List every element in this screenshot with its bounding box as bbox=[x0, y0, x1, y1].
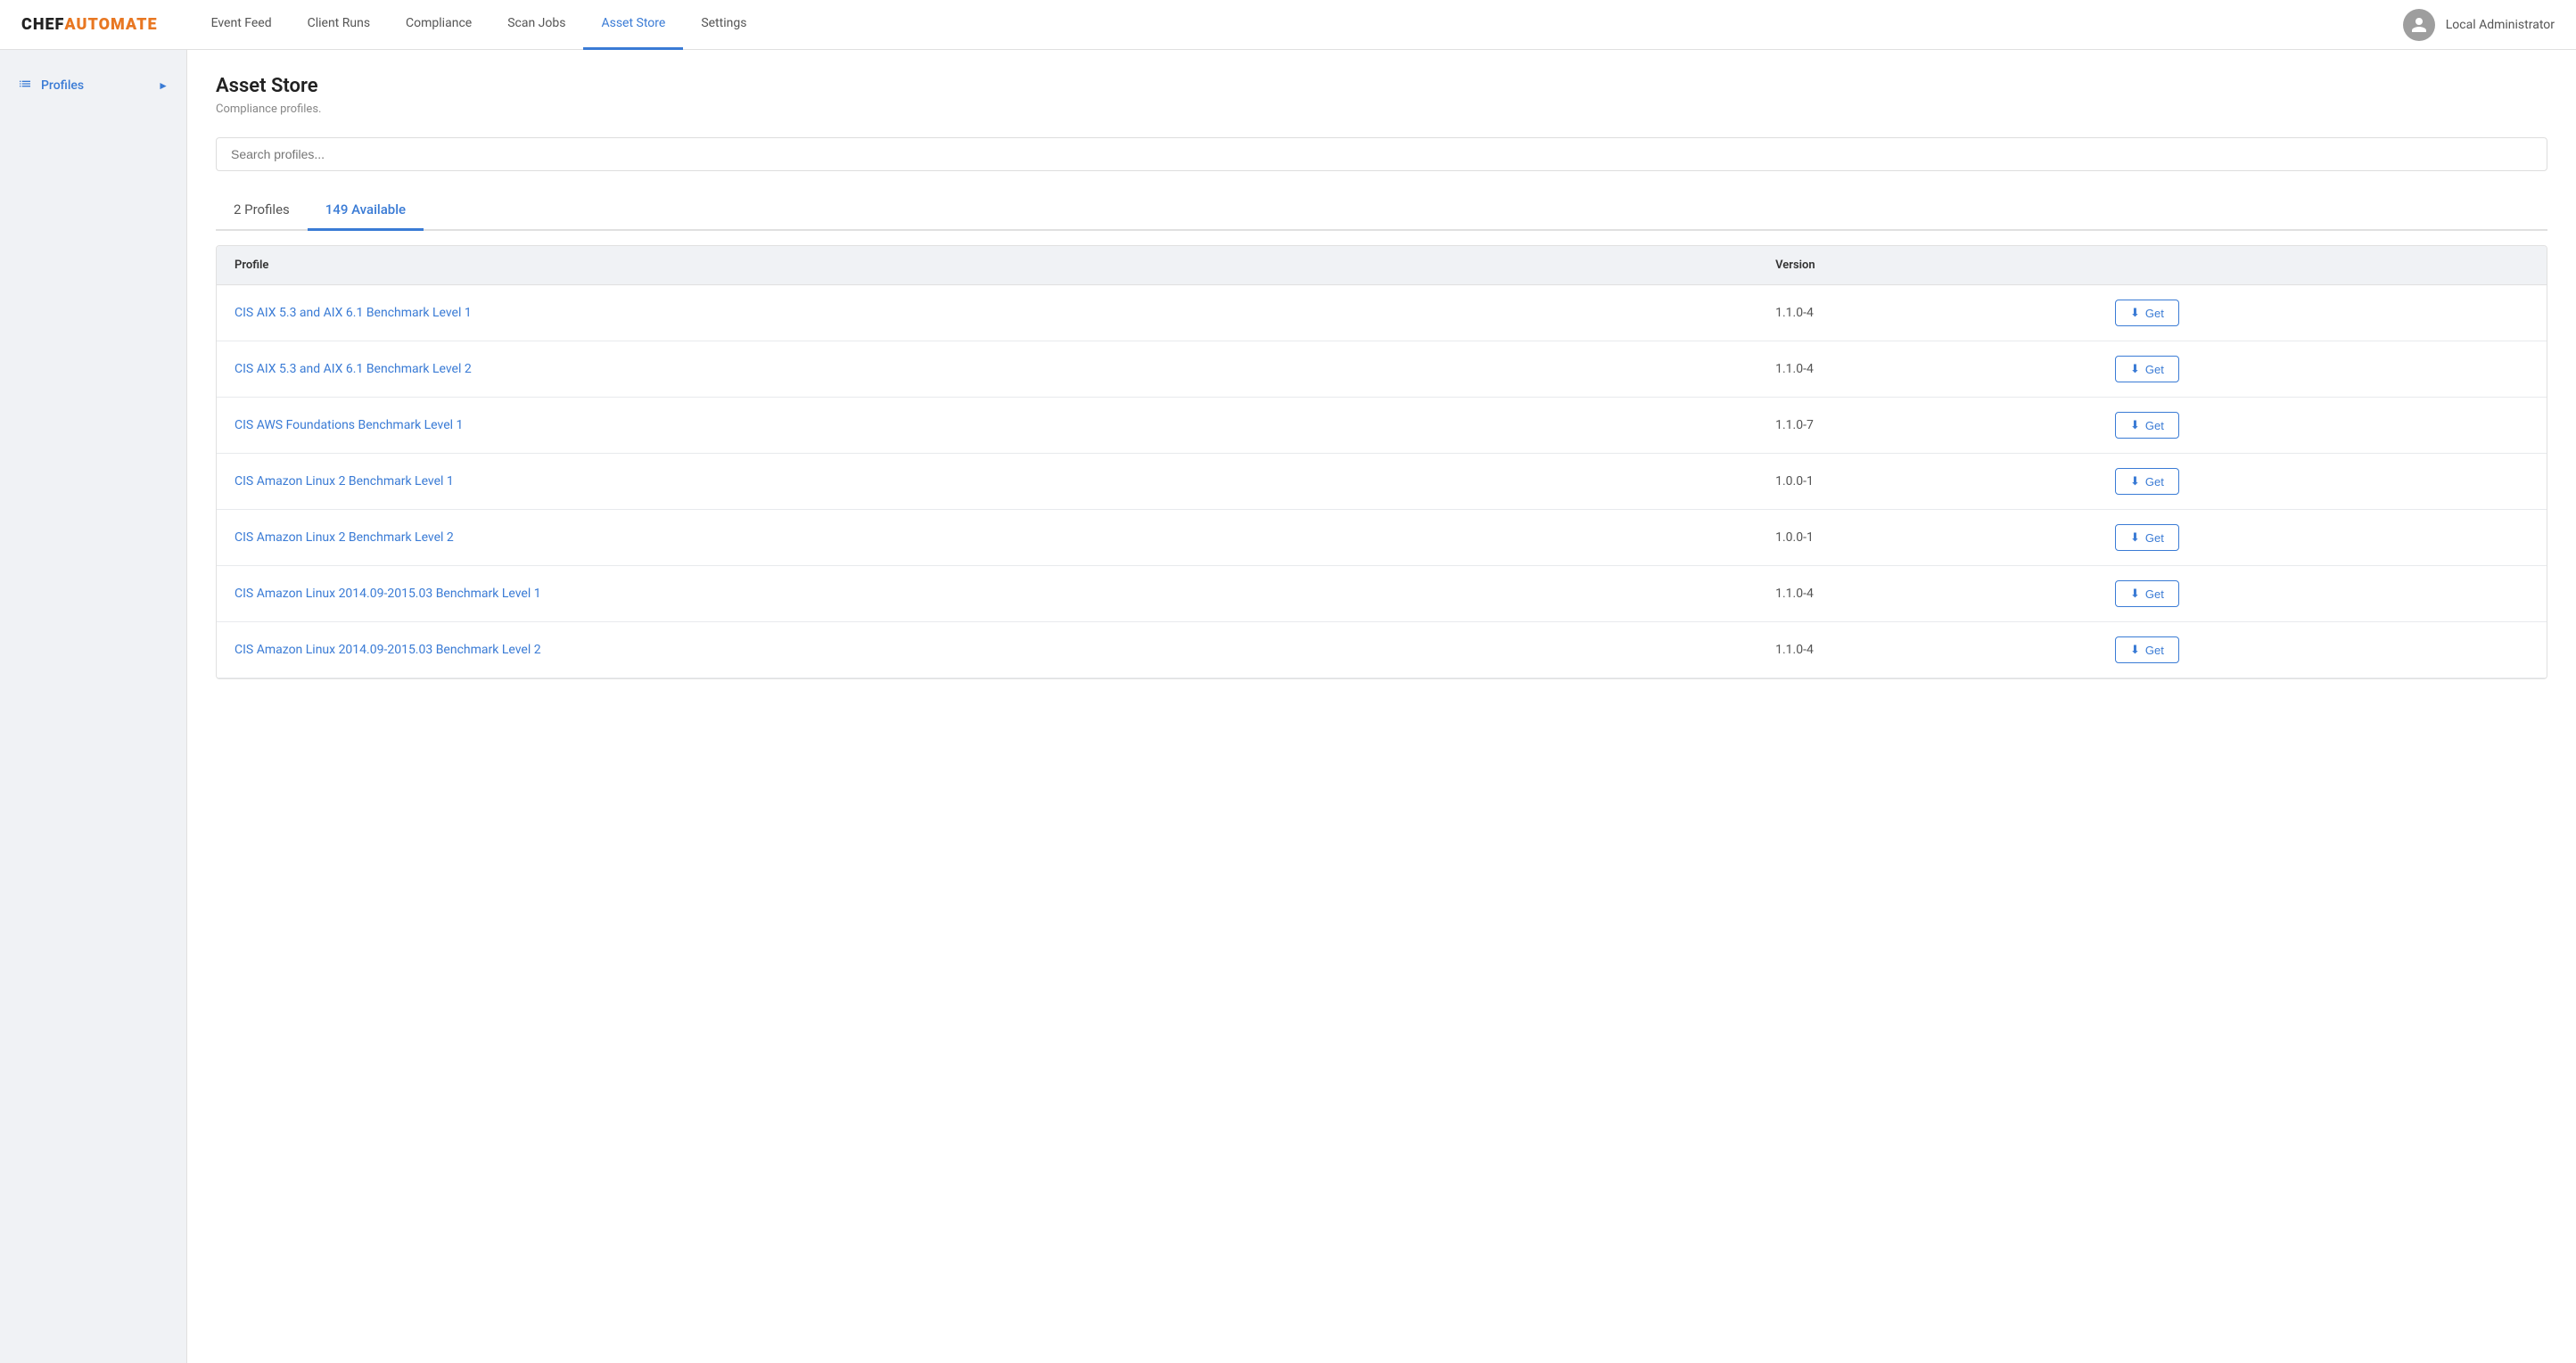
app-logo: CHEFAUTOMATE bbox=[21, 15, 158, 34]
profile-link[interactable]: CIS Amazon Linux 2 Benchmark Level 1 bbox=[235, 474, 454, 489]
download-icon: ⬇ bbox=[2130, 530, 2140, 545]
nav-event-feed[interactable]: Event Feed bbox=[193, 0, 290, 50]
get-button[interactable]: ⬇ Get bbox=[2115, 412, 2179, 439]
get-button[interactable]: ⬇ Get bbox=[2115, 636, 2179, 663]
logo-automate: AUTOMATE bbox=[64, 15, 157, 34]
version-text: 1.1.0-4 bbox=[1775, 587, 1814, 601]
search-input[interactable] bbox=[216, 137, 2547, 171]
profile-link[interactable]: CIS AWS Foundations Benchmark Level 1 bbox=[235, 418, 463, 432]
top-navigation: CHEFAUTOMATE Event Feed Client Runs Comp… bbox=[0, 0, 2576, 50]
download-icon: ⬇ bbox=[2130, 362, 2140, 376]
version-text: 1.0.0-1 bbox=[1775, 530, 1814, 545]
table-row: CIS AIX 5.3 and AIX 6.1 Benchmark Level … bbox=[217, 341, 2547, 398]
version-text: 1.1.0-4 bbox=[1775, 643, 1814, 657]
profile-link[interactable]: CIS Amazon Linux 2014.09-2015.03 Benchma… bbox=[235, 587, 541, 601]
tab-my-profiles[interactable]: 2 Profiles bbox=[216, 193, 308, 231]
get-button[interactable]: ⬇ Get bbox=[2115, 356, 2179, 382]
app-layout: Profiles ► Asset Store Compliance profil… bbox=[0, 50, 2576, 1363]
profile-link[interactable]: CIS AIX 5.3 and AIX 6.1 Benchmark Level … bbox=[235, 362, 472, 376]
col-header-profile: Profile bbox=[217, 246, 1757, 285]
profiles-table: Profile Version CIS AIX 5.3 and AIX 6.1 … bbox=[217, 246, 2547, 678]
nav-links: Event Feed Client Runs Compliance Scan J… bbox=[193, 0, 2403, 50]
nav-asset-store[interactable]: Asset Store bbox=[583, 0, 683, 50]
nav-scan-jobs[interactable]: Scan Jobs bbox=[490, 0, 583, 50]
nav-settings[interactable]: Settings bbox=[683, 0, 764, 50]
page-subtitle: Compliance profiles. bbox=[216, 103, 2547, 116]
profile-link[interactable]: CIS Amazon Linux 2014.09-2015.03 Benchma… bbox=[235, 643, 541, 657]
col-header-version: Version bbox=[1757, 246, 2097, 285]
table-row: CIS Amazon Linux 2 Benchmark Level 1 1.0… bbox=[217, 454, 2547, 510]
nav-client-runs[interactable]: Client Runs bbox=[290, 0, 388, 50]
logo-chef: CHEF bbox=[21, 15, 64, 34]
version-text: 1.1.0-7 bbox=[1775, 418, 1814, 432]
page-title: Asset Store bbox=[216, 75, 2547, 97]
table-row: CIS Amazon Linux 2014.09-2015.03 Benchma… bbox=[217, 622, 2547, 678]
download-icon: ⬇ bbox=[2130, 587, 2140, 601]
table-row: CIS Amazon Linux 2 Benchmark Level 2 1.0… bbox=[217, 510, 2547, 566]
sidebar-item-profiles[interactable]: Profiles ► bbox=[0, 68, 186, 103]
nav-right: Local Administrator bbox=[2403, 9, 2555, 41]
chevron-right-icon: ► bbox=[158, 79, 169, 92]
profile-link[interactable]: CIS AIX 5.3 and AIX 6.1 Benchmark Level … bbox=[235, 306, 472, 320]
get-button[interactable]: ⬇ Get bbox=[2115, 300, 2179, 326]
col-header-action bbox=[2097, 246, 2547, 285]
download-icon: ⬇ bbox=[2130, 306, 2140, 320]
get-button[interactable]: ⬇ Get bbox=[2115, 468, 2179, 495]
main-content: Asset Store Compliance profiles. 2 Profi… bbox=[187, 50, 2576, 1363]
list-icon bbox=[18, 77, 32, 94]
download-icon: ⬇ bbox=[2130, 474, 2140, 489]
get-button[interactable]: ⬇ Get bbox=[2115, 580, 2179, 607]
download-icon: ⬇ bbox=[2130, 643, 2140, 657]
table-row: CIS AIX 5.3 and AIX 6.1 Benchmark Level … bbox=[217, 285, 2547, 341]
user-avatar bbox=[2403, 9, 2435, 41]
user-name: Local Administrator bbox=[2446, 18, 2555, 32]
version-text: 1.0.0-1 bbox=[1775, 474, 1814, 489]
version-text: 1.1.0-4 bbox=[1775, 362, 1814, 376]
tabs-container: 2 Profiles 149 Available bbox=[216, 193, 2547, 231]
download-icon: ⬇ bbox=[2130, 418, 2140, 432]
profiles-table-container: Profile Version CIS AIX 5.3 and AIX 6.1 … bbox=[216, 245, 2547, 679]
table-row: CIS Amazon Linux 2014.09-2015.03 Benchma… bbox=[217, 566, 2547, 622]
version-text: 1.1.0-4 bbox=[1775, 306, 1814, 320]
sidebar: Profiles ► bbox=[0, 50, 187, 1363]
table-row: CIS AWS Foundations Benchmark Level 1 1.… bbox=[217, 398, 2547, 454]
profile-link[interactable]: CIS Amazon Linux 2 Benchmark Level 2 bbox=[235, 530, 454, 545]
table-header: Profile Version bbox=[217, 246, 2547, 285]
tab-available[interactable]: 149 Available bbox=[308, 193, 424, 231]
nav-compliance[interactable]: Compliance bbox=[388, 0, 490, 50]
get-button[interactable]: ⬇ Get bbox=[2115, 524, 2179, 551]
sidebar-profiles-label: Profiles bbox=[41, 78, 84, 93]
